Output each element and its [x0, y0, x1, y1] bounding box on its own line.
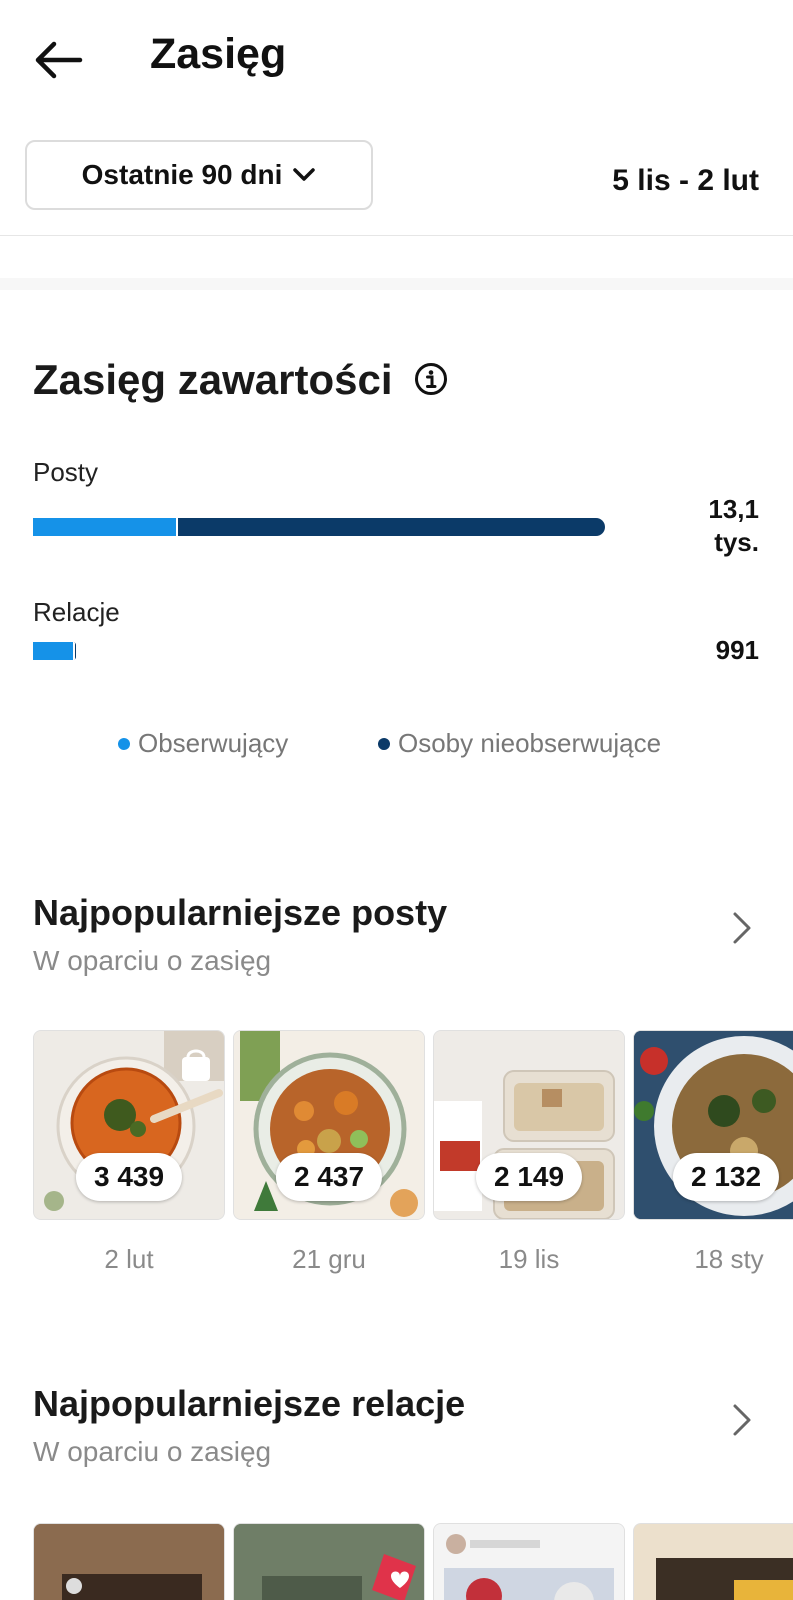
top-story-thumbnail[interactable] — [233, 1523, 425, 1600]
post-date: 21 gru — [292, 1244, 366, 1274]
posts-value-number: 13,1 — [708, 494, 759, 524]
chevron-down-icon — [293, 168, 316, 181]
top-story-thumbnail[interactable] — [433, 1523, 625, 1600]
top-posts-title: Najpopularniejsze posty — [33, 892, 448, 933]
stories-row-label: Relacje — [33, 597, 120, 627]
info-icon[interactable] — [414, 362, 448, 396]
section-separator — [0, 278, 793, 290]
story-image — [234, 1524, 424, 1600]
story-image — [634, 1524, 793, 1600]
posts-non-followers-segment — [176, 518, 605, 536]
top-stories-title: Najpopularniejsze relacje — [33, 1383, 466, 1424]
top-stories-chevron-right-icon[interactable] — [730, 1402, 754, 1438]
date-range-dropdown[interactable]: Ostatnie 90 dni — [25, 140, 373, 210]
top-story-thumbnail[interactable] — [33, 1523, 225, 1600]
date-range-label: Ostatnie 90 dni — [81, 159, 283, 190]
page-title: Zasięg — [150, 30, 287, 78]
top-posts-chevron-right-icon[interactable] — [730, 910, 754, 946]
legend-non-followers-label: Osoby nieobserwujące — [398, 728, 662, 758]
post-reach-count: 2 132 — [672, 1153, 780, 1201]
posts-value-unit: tys. — [714, 527, 759, 557]
content-reach-title: Zasięg zawartości — [33, 356, 393, 403]
shopping-bag-icon — [182, 1057, 210, 1081]
stories-non-followers-segment — [72, 642, 77, 660]
arrow-left-icon — [35, 41, 83, 79]
legend-non-followers: Osoby nieobserwujące — [378, 728, 661, 759]
date-range-dates: 5 lis - 2 lut — [612, 164, 759, 197]
followers-dot — [118, 737, 130, 750]
post-date: 19 lis — [498, 1244, 560, 1274]
top-post-thumbnail[interactable]: 2 149 — [433, 1030, 625, 1220]
top-posts-subtitle: W oparciu o zasięg — [33, 945, 272, 976]
stories-followers-segment — [33, 642, 73, 660]
post-date: 2 lut — [104, 1244, 154, 1274]
divider — [0, 235, 793, 236]
posts-followers-segment — [33, 518, 176, 536]
post-reach-count: 3 439 — [75, 1153, 183, 1201]
stories-reach-value: 991 — [715, 635, 759, 665]
story-image — [34, 1524, 224, 1600]
top-post-thumbnail[interactable]: 2 132 — [633, 1030, 793, 1220]
story-image — [434, 1524, 624, 1600]
post-reach-count: 2 149 — [475, 1153, 583, 1201]
top-post-thumbnail[interactable]: 3 439 — [33, 1030, 225, 1220]
top-stories-subtitle: W oparciu o zasięg — [33, 1436, 272, 1467]
stories-reach-bar — [33, 642, 77, 660]
header: Zasięg — [0, 0, 793, 120]
legend-followers-label: Obserwujący — [138, 728, 289, 758]
post-date: 18 sty — [694, 1244, 764, 1274]
posts-row-label: Posty — [33, 457, 99, 487]
non-followers-dot — [378, 737, 390, 750]
posts-reach-value: 13,1 tys. — [708, 493, 759, 559]
post-reach-count: 2 437 — [275, 1153, 383, 1201]
posts-reach-bar — [33, 518, 605, 536]
top-story-thumbnail[interactable] — [633, 1523, 793, 1600]
top-post-thumbnail[interactable]: 2 437 — [233, 1030, 425, 1220]
back-button[interactable] — [30, 36, 86, 84]
legend-followers: Obserwujący — [118, 728, 288, 759]
